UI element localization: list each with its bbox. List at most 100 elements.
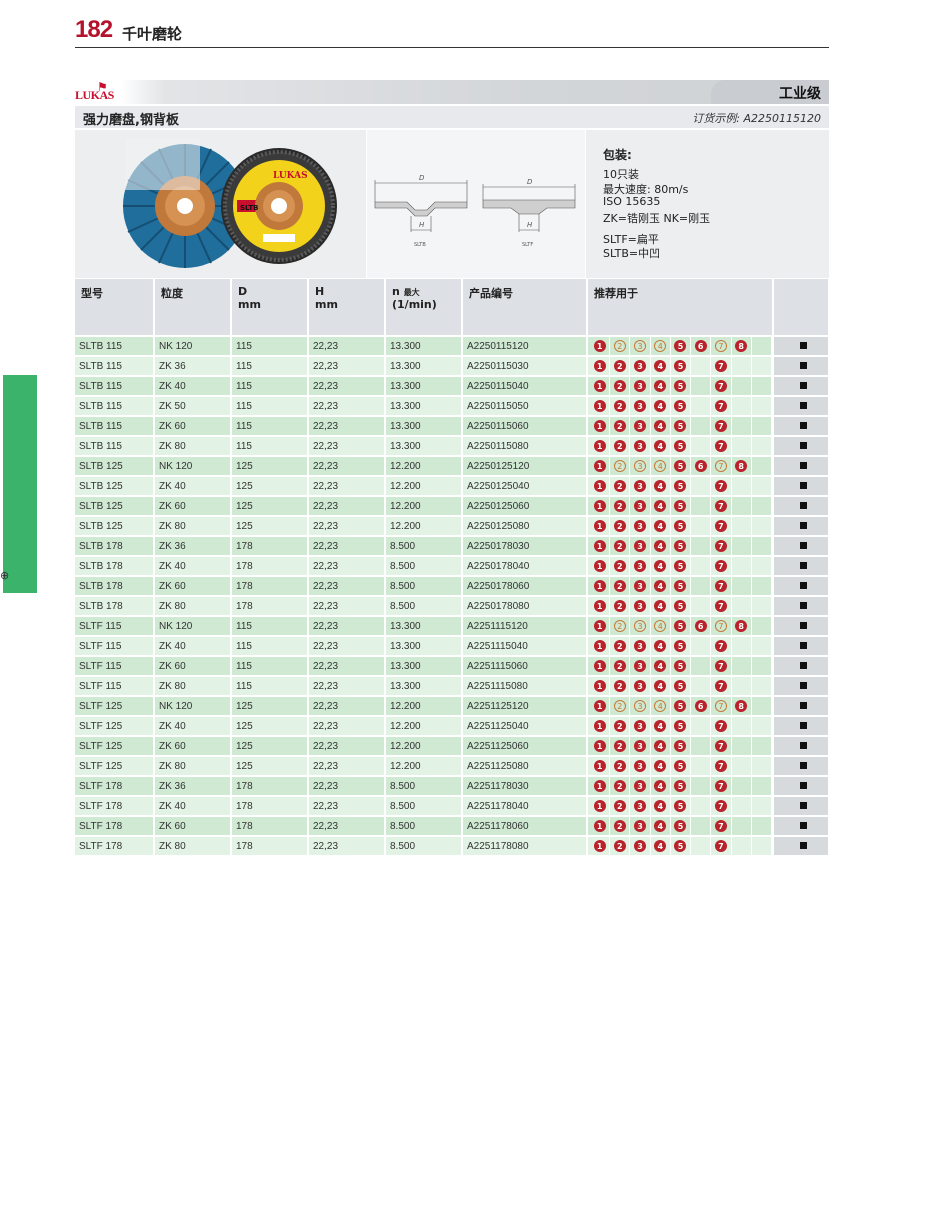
use-symbol-2: 2: [613, 680, 626, 692]
cell-code: A2251125080: [462, 756, 588, 777]
use-symbol-4: 4: [654, 780, 667, 792]
cell-grit: ZK 80: [154, 756, 232, 777]
cell-use: 12345 7: [587, 356, 774, 377]
cell-use: 12345 7: [587, 836, 774, 857]
table-row: SLTB 115 NK 120 115 22,23 13.300 A2250115120 1…: [75, 336, 830, 357]
use-symbol-2: 2: [613, 540, 626, 552]
cell-h: 22,23: [308, 616, 386, 637]
header-rule: [75, 47, 829, 48]
square-marker-icon: [799, 362, 807, 370]
use-symbol-5: 5: [674, 580, 687, 592]
use-symbol-5: 5: [674, 640, 687, 652]
use-symbol-4: 4: [654, 820, 667, 832]
cell-code: A2250178040: [462, 556, 588, 577]
cell-d: 125: [231, 756, 309, 777]
cell-model: SLTF 115: [75, 676, 155, 697]
use-symbol-5: 5: [674, 660, 687, 672]
use-symbol-1: 1: [593, 480, 606, 492]
use-symbol-7: 7: [714, 480, 727, 492]
cell-marker: [773, 396, 830, 417]
use-symbol-2: 2: [613, 840, 626, 852]
use-symbol-5: 5: [674, 560, 687, 572]
use-symbol-7: 7: [714, 440, 727, 452]
use-symbol-6: 6: [694, 700, 707, 712]
use-symbol-3: 3: [634, 540, 647, 552]
cell-n: 13.300: [385, 656, 463, 677]
use-symbol-4: 4: [654, 620, 667, 632]
use-symbol-4: 4: [654, 340, 667, 352]
cell-h: 22,23: [308, 816, 386, 837]
cell-use: 12345 7: [587, 636, 774, 657]
cell-h: 22,23: [308, 356, 386, 377]
cell-grit: NK 120: [154, 696, 232, 717]
square-marker-icon: [799, 342, 807, 350]
col-d: Dmm: [231, 279, 309, 337]
cell-model: SLTB 125: [75, 516, 155, 537]
use-symbol-1: 1: [593, 520, 606, 532]
cell-model: SLTB 115: [75, 356, 155, 377]
use-symbol-3: 3: [634, 620, 647, 632]
cell-n: 13.300: [385, 396, 463, 417]
use-symbol-2: 2: [613, 720, 626, 732]
use-symbol-5: 5: [674, 340, 687, 352]
cell-marker: [773, 376, 830, 397]
cell-use: 12345 7: [587, 556, 774, 577]
cell-n: 12.200: [385, 456, 463, 477]
square-marker-icon: [799, 802, 807, 810]
use-symbol-5: 5: [674, 620, 687, 632]
side-tab: [3, 375, 37, 593]
cell-code: A2251115080: [462, 676, 588, 697]
cell-use: 12345 7: [587, 416, 774, 437]
cell-h: 22,23: [308, 496, 386, 517]
use-symbol-4: 4: [654, 500, 667, 512]
cell-h: 22,23: [308, 756, 386, 777]
square-marker-icon: [799, 662, 807, 670]
use-symbol-4: 4: [654, 460, 667, 472]
cell-use: 12345 7: [587, 676, 774, 697]
table-row: SLTB 125 ZK 60 125 22,23 12.200 A2250125060 1 2…: [75, 496, 830, 517]
use-symbol-2: 2: [613, 620, 626, 632]
cell-d: 178: [231, 816, 309, 837]
use-symbol-5: 5: [674, 480, 687, 492]
cell-use: 12345678: [587, 336, 774, 357]
package-line: 10只装: [603, 168, 639, 181]
use-symbol-5: 5: [674, 700, 687, 712]
cell-marker: [773, 456, 830, 477]
cell-model: SLTF 115: [75, 616, 155, 637]
use-symbol-2: 2: [613, 520, 626, 532]
cell-marker: [773, 596, 830, 617]
grade-tab: 工业级: [711, 80, 829, 104]
cell-use: 12345 7: [587, 376, 774, 397]
cell-n: 13.300: [385, 636, 463, 657]
table-row: SLTF 125 NK 120 125 22,23 12.200 A2251125120 1…: [75, 696, 830, 717]
cell-h: 22,23: [308, 636, 386, 657]
use-symbol-3: 3: [634, 680, 647, 692]
cell-n: 13.300: [385, 416, 463, 437]
use-symbol-7: 7: [714, 700, 727, 712]
use-symbol-7: 7: [714, 720, 727, 732]
use-symbol-5: 5: [674, 420, 687, 432]
use-symbol-3: 3: [634, 840, 647, 852]
square-marker-icon: [799, 622, 807, 630]
use-symbol-1: 1: [593, 620, 606, 632]
use-symbol-5: 5: [674, 680, 687, 692]
square-marker-icon: [799, 482, 807, 490]
col-grit: 粒度: [154, 279, 232, 337]
use-symbol-1: 1: [593, 340, 606, 352]
package-line: ISO 15635: [603, 195, 661, 208]
cell-code: A2250178080: [462, 596, 588, 617]
cell-use: 12345 7: [587, 576, 774, 597]
cell-model: SLTB 115: [75, 436, 155, 457]
cell-marker: [773, 816, 830, 837]
cell-code: A2250115120: [462, 336, 588, 357]
use-symbol-1: 1: [593, 540, 606, 552]
use-symbol-3: 3: [634, 500, 647, 512]
cell-n: 8.500: [385, 836, 463, 857]
cell-h: 22,23: [308, 696, 386, 717]
table-row: SLTB 115 ZK 60 115 22,23 13.300 A2250115060 1 2…: [75, 416, 830, 437]
table-header-row: 型号 粒度 Dmm Hmm n 最大 (1/min) 产品编号 推荐用于: [75, 279, 830, 337]
table-row: SLTF 115 ZK 40 115 22,23 13.300 A2251115040 1 2…: [75, 636, 830, 657]
use-symbol-3: 3: [634, 380, 647, 392]
use-symbol-1: 1: [593, 420, 606, 432]
cell-model: SLTF 178: [75, 816, 155, 837]
